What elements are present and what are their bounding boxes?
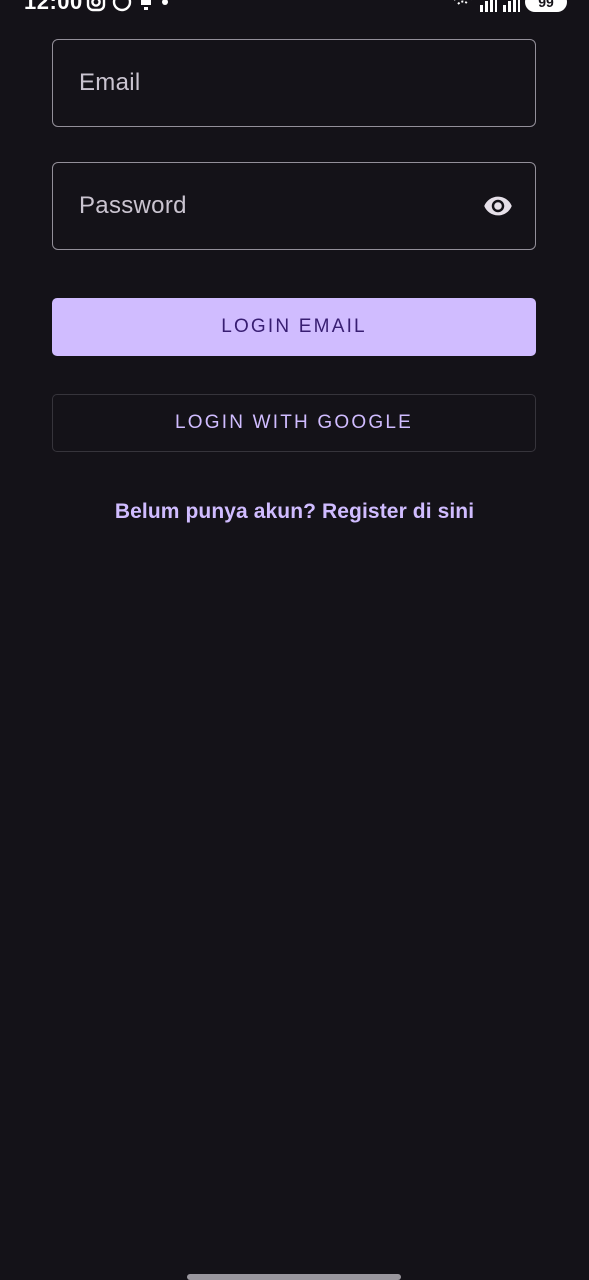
status-icons-right: 99 xyxy=(452,0,567,12)
email-field[interactable]: Email xyxy=(52,39,536,127)
whatsapp-icon xyxy=(112,0,132,12)
login-email-button[interactable]: LOGIN EMAIL xyxy=(52,298,536,356)
email-placeholder: Email xyxy=(79,69,141,96)
password-placeholder: Password xyxy=(79,192,187,219)
login-google-button[interactable]: LOGIN WITH GOOGLE xyxy=(52,394,536,452)
status-icons-left xyxy=(86,0,170,12)
wifi-icon xyxy=(454,0,472,5)
notification-icon xyxy=(141,0,151,10)
battery-icon: 99 xyxy=(525,0,567,12)
status-time: 12:00 xyxy=(24,0,83,14)
register-link[interactable]: Belum punya akun? Register di sini xyxy=(0,500,589,524)
instagram-icon xyxy=(86,0,106,12)
eye-icon[interactable] xyxy=(479,191,517,221)
dot-icon xyxy=(162,0,168,5)
password-field[interactable]: Password xyxy=(52,162,536,250)
home-indicator[interactable] xyxy=(187,1274,401,1280)
signal-icon xyxy=(480,0,497,12)
status-bar: 12:00 99 xyxy=(0,0,589,14)
signal-icon-2 xyxy=(503,0,520,12)
